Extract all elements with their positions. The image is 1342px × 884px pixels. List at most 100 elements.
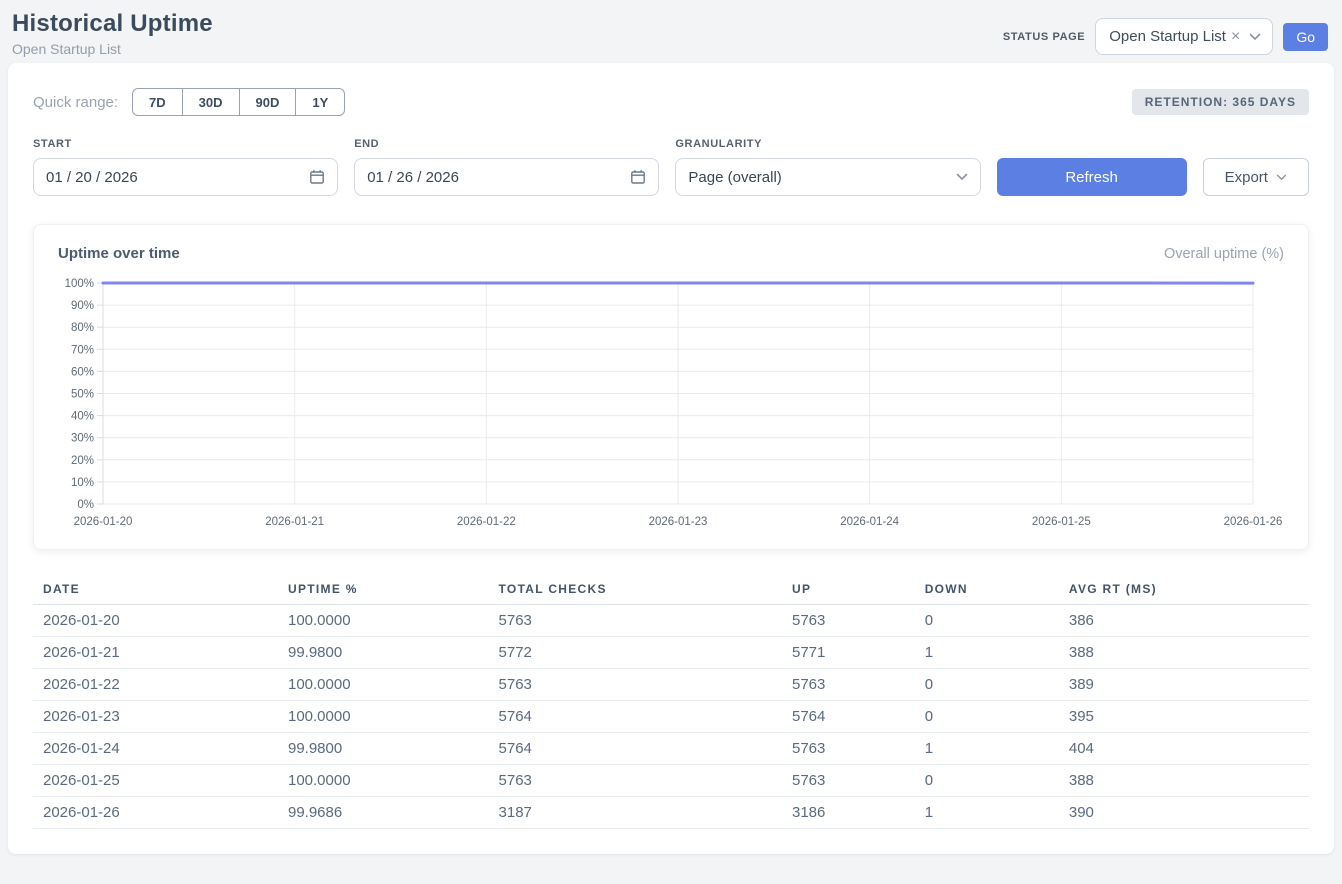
table-cell: 5763	[782, 669, 915, 701]
column-header-total-checks: TOTAL CHECKS	[489, 574, 782, 605]
column-header-avg-rt: AVG RT (MS)	[1059, 574, 1309, 605]
table-cell: 99.9800	[278, 733, 489, 765]
table-cell: 1	[915, 797, 1059, 829]
granularity-label: GRANULARITY	[675, 138, 980, 150]
table-cell: 3187	[489, 797, 782, 829]
svg-text:2026-01-25: 2026-01-25	[1032, 516, 1091, 528]
go-button[interactable]: Go	[1283, 23, 1328, 51]
table-cell: 1	[915, 637, 1059, 669]
column-header-date: DATE	[33, 574, 278, 605]
table-cell: 2026-01-21	[33, 637, 278, 669]
column-header-up: UP	[782, 574, 915, 605]
export-button[interactable]: Export	[1203, 158, 1309, 196]
svg-text:2026-01-22: 2026-01-22	[457, 516, 516, 528]
table-cell: 0	[915, 765, 1059, 797]
clear-selection-icon[interactable]: ×	[1231, 29, 1240, 45]
table-cell: 0	[915, 701, 1059, 733]
table-cell: 5772	[489, 637, 782, 669]
table-cell: 5764	[489, 701, 782, 733]
svg-text:2026-01-23: 2026-01-23	[649, 516, 708, 528]
quick-range-30d[interactable]: 30D	[183, 88, 240, 116]
table-cell: 390	[1059, 797, 1309, 829]
end-date-value: 01 / 26 / 2026	[367, 169, 459, 186]
table-row: 2026-01-2699.9686318731861390	[33, 797, 1309, 829]
chart-title: Uptime over time	[58, 245, 180, 262]
calendar-icon[interactable]	[309, 169, 325, 185]
export-button-label: Export	[1225, 169, 1268, 186]
svg-text:100%: 100%	[65, 278, 94, 290]
table-cell: 2026-01-20	[33, 605, 278, 637]
table-cell: 5763	[489, 669, 782, 701]
svg-text:2026-01-20: 2026-01-20	[74, 516, 133, 528]
table-cell: 2026-01-24	[33, 733, 278, 765]
main-panel: Quick range: 7D 30D 90D 1Y RETENTION: 36…	[8, 63, 1334, 854]
table-cell: 1	[915, 733, 1059, 765]
table-cell: 99.9686	[278, 797, 489, 829]
table-cell: 2026-01-25	[33, 765, 278, 797]
table-cell: 5763	[782, 765, 915, 797]
table-cell: 389	[1059, 669, 1309, 701]
table-cell: 2026-01-26	[33, 797, 278, 829]
table-cell: 5763	[489, 765, 782, 797]
svg-text:70%: 70%	[71, 344, 94, 356]
table-cell: 0	[915, 669, 1059, 701]
table-row: 2026-01-23100.0000576457640395	[33, 701, 1309, 733]
svg-text:40%: 40%	[71, 411, 94, 423]
uptime-chart: 0%10%20%30%40%50%60%70%80%90%100%2026-01…	[58, 276, 1286, 532]
status-page-controls: STATUS PAGE Open Startup List × Go	[1003, 18, 1328, 55]
svg-text:30%: 30%	[71, 433, 94, 445]
quick-range-label: Quick range:	[33, 94, 118, 111]
uptime-table: DATE UPTIME % TOTAL CHECKS UP DOWN AVG R…	[33, 574, 1309, 829]
start-date-value: 01 / 20 / 2026	[46, 169, 138, 186]
table-cell: 5771	[782, 637, 915, 669]
table-cell: 388	[1059, 637, 1309, 669]
table-cell: 386	[1059, 605, 1309, 637]
table-row: 2026-01-22100.0000576357630389	[33, 669, 1309, 701]
start-date-input[interactable]: 01 / 20 / 2026	[33, 158, 338, 196]
chart-legend: Overall uptime (%)	[1164, 246, 1284, 262]
table-row: 2026-01-2199.9800577257711388	[33, 637, 1309, 669]
table-cell: 100.0000	[278, 701, 489, 733]
table-row: 2026-01-2499.9800576457631404	[33, 733, 1309, 765]
svg-text:80%: 80%	[71, 322, 94, 334]
status-page-select[interactable]: Open Startup List ×	[1095, 18, 1273, 55]
quick-range-1y[interactable]: 1Y	[296, 88, 345, 116]
refresh-button[interactable]: Refresh	[997, 158, 1187, 196]
granularity-select[interactable]: Page (overall)	[675, 158, 980, 196]
page-heading: Historical Uptime Open Startup List	[12, 10, 213, 57]
table-cell: 5763	[782, 733, 915, 765]
quick-range-90d[interactable]: 90D	[240, 88, 297, 116]
svg-text:2026-01-21: 2026-01-21	[265, 516, 324, 528]
table-cell: 0	[915, 605, 1059, 637]
column-header-down: DOWN	[915, 574, 1059, 605]
chevron-down-icon	[1249, 33, 1261, 41]
table-row: 2026-01-25100.0000576357630388	[33, 765, 1309, 797]
table-cell: 100.0000	[278, 605, 489, 637]
table-cell: 404	[1059, 733, 1309, 765]
filter-row: START 01 / 20 / 2026 END 01 / 26 / 2026	[33, 138, 1309, 196]
quick-range-7d[interactable]: 7D	[132, 88, 183, 116]
chevron-down-icon	[956, 173, 968, 181]
uptime-chart-card: Uptime over time Overall uptime (%) 0% 10…	[33, 224, 1309, 550]
retention-badge: RETENTION: 365 DAYS	[1132, 89, 1309, 115]
top-bar: Historical Uptime Open Startup List STAT…	[0, 0, 1342, 63]
table-cell: 100.0000	[278, 669, 489, 701]
svg-text:2026-01-26: 2026-01-26	[1224, 516, 1283, 528]
end-date-input[interactable]: 01 / 26 / 2026	[354, 158, 659, 196]
status-page-label: STATUS PAGE	[1003, 31, 1085, 43]
granularity-value: Page (overall)	[688, 169, 781, 186]
table-cell: 3186	[782, 797, 915, 829]
table-cell: 5763	[489, 605, 782, 637]
quick-range-group: 7D 30D 90D 1Y	[132, 88, 345, 116]
svg-text:10%: 10%	[71, 477, 94, 489]
table-cell: 388	[1059, 765, 1309, 797]
chevron-down-icon	[1276, 174, 1287, 181]
table-cell: 100.0000	[278, 765, 489, 797]
table-row: 2026-01-20100.0000576357630386	[33, 605, 1309, 637]
svg-text:0%: 0%	[77, 499, 94, 511]
table-cell: 2026-01-22	[33, 669, 278, 701]
calendar-icon[interactable]	[630, 169, 646, 185]
svg-text:60%: 60%	[71, 366, 94, 378]
end-date-label: END	[354, 138, 659, 150]
table-cell: 5764	[489, 733, 782, 765]
